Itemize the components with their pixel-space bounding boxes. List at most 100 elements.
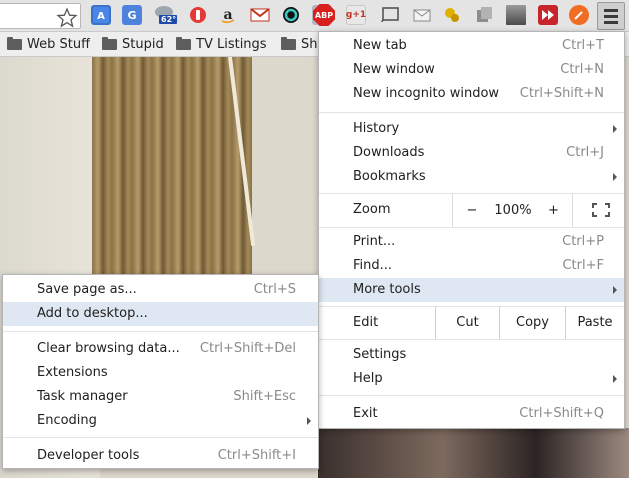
- menu-item-label: Task manager: [37, 389, 128, 404]
- submenu-item-encoding[interactable]: Encoding: [3, 409, 318, 433]
- menu-item-exit[interactable]: Exit Ctrl+Shift+Q: [319, 402, 624, 426]
- hamburger-icon-bar: [604, 14, 618, 18]
- menu-item-settings[interactable]: Settings: [319, 343, 624, 367]
- menu-separator: [319, 112, 624, 113]
- cut-label: Cut: [456, 315, 479, 330]
- zoom-row: Zoom − 100% +: [319, 193, 624, 227]
- folder-icon: [102, 37, 117, 50]
- submenu-arrow-icon: [307, 417, 311, 425]
- bookmark-folder-partial[interactable]: Sh: [281, 36, 318, 53]
- submenu-arrow-icon: [613, 375, 617, 383]
- menu-item-shortcut: Ctrl+N: [560, 62, 604, 77]
- menu-item-help[interactable]: Help: [319, 367, 624, 391]
- weather-temperature-badge: 62°: [161, 15, 177, 24]
- photo-curtain: [92, 57, 252, 287]
- menu-item-shortcut: Ctrl+Shift+Q: [519, 406, 604, 421]
- submenu-arrow-icon: [613, 125, 617, 133]
- amazon-icon[interactable]: a: [218, 5, 238, 25]
- submenu-item-clear-browsing-data[interactable]: Clear browsing data... Ctrl+Shift+Del: [3, 337, 318, 361]
- menu-item-label: Downloads: [353, 145, 425, 160]
- bookmark-label: Stupid: [122, 37, 164, 52]
- menu-item-history[interactable]: History: [319, 117, 624, 141]
- copy-button[interactable]: Copy: [500, 306, 566, 339]
- bookmark-label: TV Listings: [196, 37, 267, 52]
- zoom-minus-icon: −: [466, 202, 478, 218]
- zoom-level-display: 100%: [491, 193, 535, 227]
- bookmark-folder-stupid[interactable]: Stupid: [102, 36, 164, 53]
- menu-item-shortcut: Ctrl+P: [562, 234, 604, 249]
- submenu-arrow-icon: [613, 173, 617, 181]
- menu-item-shortcut: Ctrl+J: [566, 145, 604, 160]
- menu-item-label: Bookmarks: [353, 169, 426, 184]
- menu-item-label: Exit: [353, 406, 378, 421]
- menu-separator: [319, 339, 624, 340]
- menu-separator: [3, 331, 318, 332]
- menu-separator: [319, 227, 624, 228]
- paste-button[interactable]: Paste: [566, 306, 624, 339]
- zoom-plus-icon: +: [548, 202, 559, 218]
- menu-item-downloads[interactable]: Downloads Ctrl+J: [319, 141, 624, 165]
- folder-icon: [281, 37, 296, 50]
- color-wheel-icon[interactable]: [281, 5, 301, 25]
- bookmark-folder-tv-listings[interactable]: TV Listings: [176, 36, 267, 53]
- copy-label: Copy: [516, 315, 549, 330]
- svg-text:A: A: [97, 11, 105, 22]
- cast-icon[interactable]: [380, 5, 400, 25]
- photo-lower-area: [318, 428, 629, 478]
- menu-item-bookmarks[interactable]: Bookmarks: [319, 165, 624, 189]
- hamburger-icon-bar: [604, 8, 618, 12]
- mail-checker-icon[interactable]: [412, 5, 432, 25]
- menu-item-shortcut: Ctrl+T: [562, 38, 604, 53]
- submenu-item-save-page-as[interactable]: Save page as... Ctrl+S: [3, 278, 318, 302]
- zoom-label: Zoom: [353, 202, 391, 217]
- chrome-main-menu: New tab Ctrl+T New window Ctrl+N New inc…: [318, 31, 625, 429]
- menu-item-find[interactable]: Find... Ctrl+F: [319, 254, 624, 278]
- gmail-icon[interactable]: [250, 5, 270, 25]
- chrome-menu-button[interactable]: [597, 2, 625, 30]
- menu-item-label: History: [353, 121, 400, 136]
- translate-extension-icon[interactable]: A: [91, 5, 111, 25]
- bookmark-label: Web Stuff: [27, 37, 91, 52]
- google-plus-one-icon[interactable]: g+1: [346, 5, 366, 25]
- submenu-item-extensions[interactable]: Extensions: [3, 361, 318, 385]
- menu-item-shortcut: Ctrl+Shift+I: [217, 448, 296, 463]
- fullscreen-button[interactable]: [581, 193, 621, 227]
- bookmark-star-icon[interactable]: [56, 7, 78, 29]
- screen-capture-icon[interactable]: [506, 5, 526, 25]
- menu-item-label: New window: [353, 62, 435, 77]
- fast-forward-extension-icon[interactable]: [538, 5, 558, 25]
- menu-item-label: Settings: [353, 347, 407, 362]
- pen-extension-icon[interactable]: [569, 5, 589, 25]
- menu-item-shortcut: Ctrl+Shift+Del: [199, 341, 296, 356]
- bookmark-label: Sh: [301, 37, 318, 52]
- hamburger-icon-bar: [604, 20, 618, 24]
- files-extension-icon[interactable]: [474, 5, 494, 25]
- menu-item-label: Print...: [353, 234, 396, 249]
- menu-item-new-tab[interactable]: New tab Ctrl+T: [319, 34, 624, 58]
- zoom-in-button[interactable]: +: [535, 193, 573, 227]
- fullscreen-icon: [592, 203, 610, 217]
- cut-button[interactable]: Cut: [435, 306, 500, 339]
- more-tools-submenu: Save page as... Ctrl+S Add to desktop...…: [2, 274, 319, 469]
- menu-item-new-incognito-window[interactable]: New incognito window Ctrl+Shift+N: [319, 82, 624, 106]
- menu-separator: [3, 437, 318, 438]
- menu-item-label: Save page as...: [37, 282, 137, 297]
- opera-extension-icon[interactable]: [188, 5, 208, 25]
- menu-item-more-tools[interactable]: More tools: [319, 278, 624, 302]
- menu-separator: [319, 395, 624, 396]
- menu-item-shortcut: Ctrl+Shift+N: [519, 86, 604, 101]
- menu-item-print[interactable]: Print... Ctrl+P: [319, 230, 624, 254]
- google-translate-icon[interactable]: G: [122, 5, 142, 25]
- menu-item-new-window[interactable]: New window Ctrl+N: [319, 58, 624, 82]
- submenu-item-task-manager[interactable]: Task manager Shift+Esc: [3, 385, 318, 409]
- menu-item-label: New tab: [353, 38, 407, 53]
- gplus-label: g+1: [345, 10, 367, 20]
- submenu-item-developer-tools[interactable]: Developer tools Ctrl+Shift+I: [3, 444, 318, 468]
- address-bar[interactable]: [0, 3, 81, 29]
- weather-extension-icon[interactable]: 62°: [153, 5, 179, 25]
- submenu-item-add-to-desktop[interactable]: Add to desktop...: [3, 302, 318, 326]
- zoom-out-button[interactable]: −: [452, 193, 491, 227]
- bookmark-folder-web-stuff[interactable]: Web Stuff: [7, 36, 90, 53]
- puzzle-extension-icon[interactable]: [442, 5, 462, 25]
- browser-toolbar: A G 62° a ABP g+1: [0, 0, 629, 32]
